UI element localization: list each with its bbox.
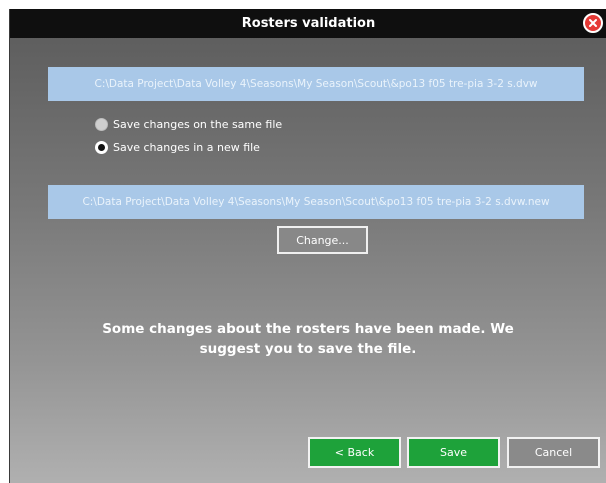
option-same-file[interactable]: Save changes on the same file	[95, 115, 282, 133]
option-new-file[interactable]: Save changes in a new file	[95, 138, 260, 156]
rosters-validation-dialog: Rosters validation C:\Data Project\Data …	[9, 9, 606, 483]
back-button[interactable]: < Back	[308, 437, 401, 468]
title-bar: Rosters validation	[10, 9, 606, 38]
source-file-path: C:\Data Project\Data Volley 4\Seasons\My…	[48, 67, 584, 101]
radio-unselected[interactable]	[95, 117, 108, 131]
new-file-path: C:\Data Project\Data Volley 4\Seasons\My…	[48, 185, 584, 219]
save-button[interactable]: Save	[407, 437, 500, 468]
option-same-file-label: Save changes on the same file	[113, 117, 283, 131]
info-message: Some changes about the rosters have been…	[102, 321, 514, 357]
radio-selected[interactable]	[95, 140, 108, 154]
close-icon	[589, 19, 597, 27]
close-button[interactable]	[583, 13, 603, 33]
cancel-button[interactable]: Cancel	[507, 437, 600, 468]
change-button[interactable]: Change...	[277, 226, 368, 254]
dialog-title: Rosters validation	[241, 16, 376, 31]
option-new-file-label: Save changes in a new file	[113, 140, 260, 154]
